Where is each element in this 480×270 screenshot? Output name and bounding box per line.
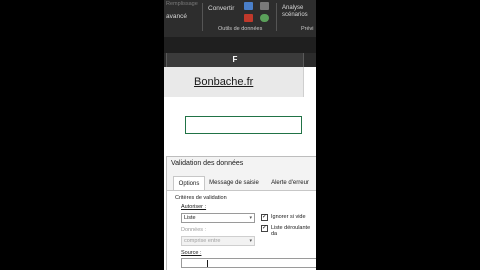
data-select: comprise entre ▾ xyxy=(181,236,255,246)
what-if-analysis-button[interactable]: Analyse scénarios xyxy=(282,5,308,19)
ribbon-separator xyxy=(202,3,203,31)
title-link[interactable]: Bonbache.fr xyxy=(194,76,253,88)
advanced-button[interactable]: avancé xyxy=(166,13,187,20)
ignore-blank-checkbox[interactable]: ✓ xyxy=(261,214,268,221)
forecast-group-label: Prévi xyxy=(301,26,314,32)
allow-select[interactable]: Liste ▾ xyxy=(181,213,255,223)
data-label: Données : xyxy=(181,227,207,233)
in-cell-dropdown-checkbox[interactable]: ✓ xyxy=(261,225,268,232)
text-cursor-icon xyxy=(207,259,208,267)
flash-fill-icon[interactable] xyxy=(244,14,253,22)
tab-error-alert[interactable]: Alerte d'erreur xyxy=(265,176,315,190)
chevron-down-icon: ▾ xyxy=(249,238,252,244)
dialog-title: Validation des données xyxy=(171,160,244,167)
ribbon: Remplissage avancé Convertir Outils de d… xyxy=(164,0,316,37)
chevron-down-icon: ▾ xyxy=(249,215,252,221)
source-label: Source : xyxy=(181,250,202,256)
allow-label: Autoriser : xyxy=(181,204,207,210)
data-tool-icon[interactable] xyxy=(244,2,253,10)
ignore-blank-label: Ignorer si vide xyxy=(271,214,306,220)
dialog-tabs: Options Message de saisie Alerte d'erreu… xyxy=(167,176,316,191)
data-tools-group-label: Outils de données xyxy=(218,26,263,32)
excel-window: Remplissage avancé Convertir Outils de d… xyxy=(164,0,316,270)
column-header-f[interactable]: F xyxy=(166,53,304,67)
ribbon-separator xyxy=(276,3,277,31)
data-validation-dialog: Validation des données Options Message d… xyxy=(166,156,316,270)
data-validation-icon[interactable] xyxy=(260,14,269,22)
ribbon-faded-label: Remplissage xyxy=(166,1,198,7)
active-cell[interactable] xyxy=(185,116,302,134)
criteria-heading: Critères de validation xyxy=(175,195,227,201)
tab-options[interactable]: Options xyxy=(173,176,205,191)
column-header-row: F xyxy=(164,53,316,67)
source-input[interactable] xyxy=(181,258,316,268)
in-cell-dropdown-label: Liste déroulante da xyxy=(271,225,311,237)
analysis-label-line1: Analyse xyxy=(282,5,304,11)
convert-button[interactable]: Convertir xyxy=(208,5,234,12)
title-cell[interactable]: Bonbache.fr xyxy=(164,67,304,97)
formula-bar-area xyxy=(164,37,316,53)
data-select-value: comprise entre xyxy=(184,238,221,244)
worksheet-grid[interactable]: Bonbache.fr xyxy=(164,67,316,157)
data-tool-icon[interactable] xyxy=(260,2,269,10)
tab-input-message[interactable]: Message de saisie xyxy=(207,176,261,190)
allow-select-value: Liste xyxy=(184,215,196,221)
analysis-label-line2: scénarios xyxy=(282,12,308,18)
options-panel: Critères de validation Autoriser : Liste… xyxy=(167,190,316,270)
